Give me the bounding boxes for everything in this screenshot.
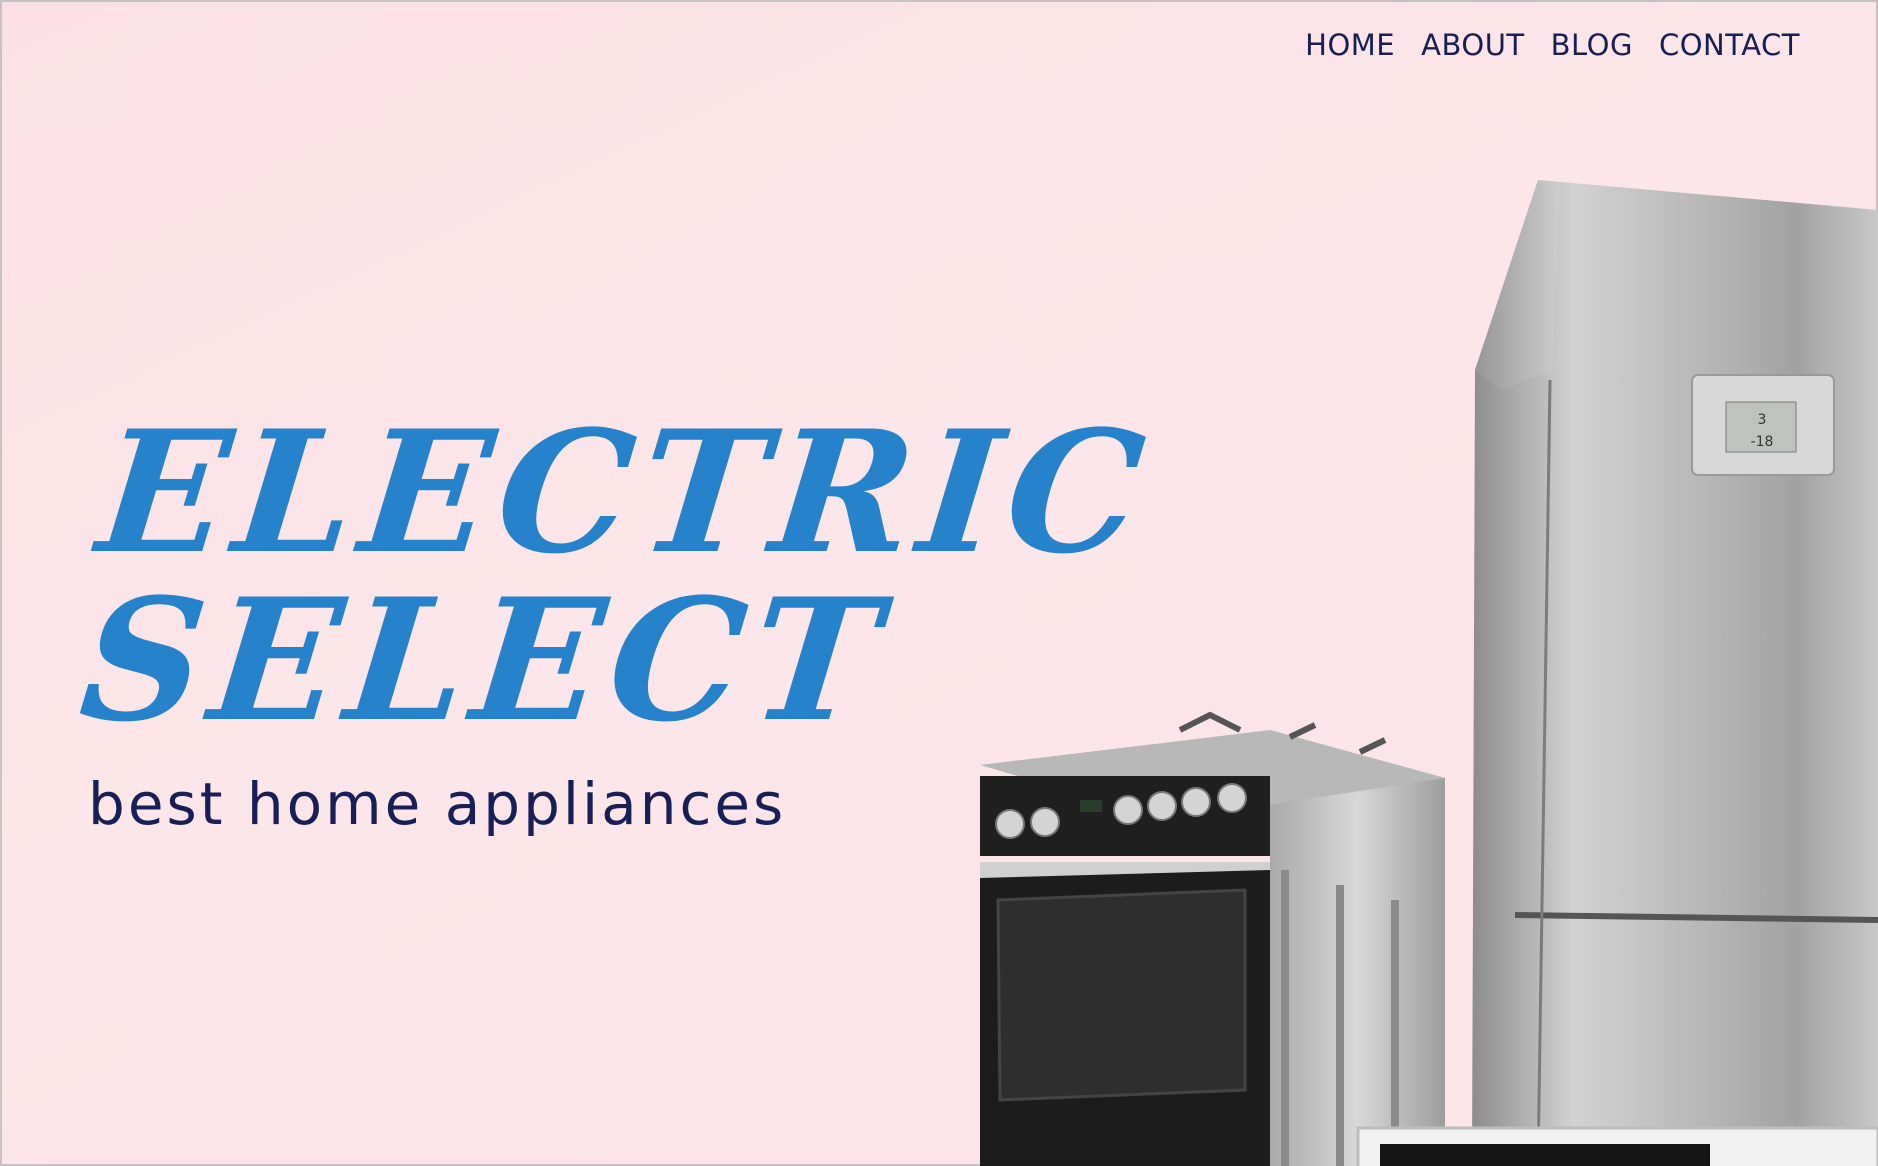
fridge-control-panel: 3 -18 (1691, 374, 1835, 476)
nav-home[interactable]: HOME (1305, 28, 1395, 62)
hero-title-line2: SELECT (72, 561, 896, 759)
fridge-display-bottom: -18 (1751, 434, 1774, 450)
nav-contact[interactable]: CONTACT (1659, 28, 1800, 62)
refrigerator: 3 -18 (1472, 180, 1878, 1166)
fridge-display-top: 3 (1758, 412, 1767, 428)
stove (980, 711, 1445, 1166)
main-nav: HOME ABOUT BLOG CONTACT (1305, 28, 1800, 62)
microwave (1356, 1126, 1878, 1166)
nav-blog[interactable]: BLOG (1551, 28, 1633, 62)
appliances-image: 3 -18 (980, 180, 1878, 1166)
nav-about[interactable]: ABOUT (1421, 28, 1525, 62)
hero-tagline: best home appliances (88, 770, 787, 838)
